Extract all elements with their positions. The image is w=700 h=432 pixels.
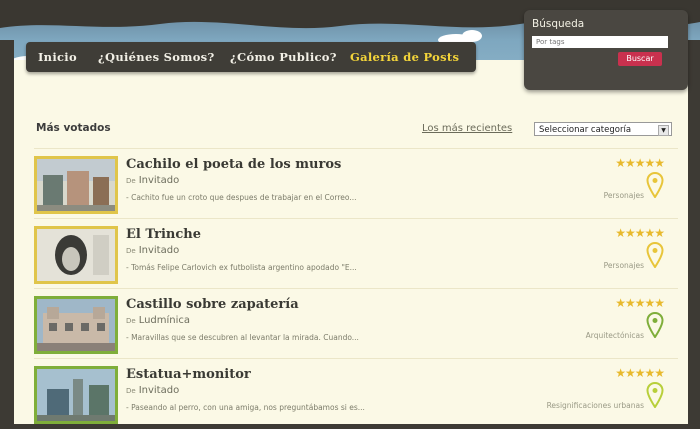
search-input[interactable] bbox=[532, 36, 668, 48]
nav-item-galeria-posts[interactable]: Galería de Posts bbox=[350, 50, 459, 64]
chevron-down-icon[interactable]: ▼ bbox=[658, 125, 669, 136]
by-label: De bbox=[126, 247, 136, 255]
post-excerpt: - Maravillas que se descubren al levanta… bbox=[126, 333, 359, 342]
star-rating: ★★★★★ bbox=[615, 296, 665, 310]
page-frame: Inicio ¿Quiénes Somos? ¿Cómo Publico? Ga… bbox=[0, 0, 700, 429]
post-excerpt: - Tomás Felipe Carlovich ex futbolista a… bbox=[126, 263, 357, 272]
author-name[interactable]: Invitado bbox=[139, 175, 180, 186]
divider bbox=[34, 218, 678, 219]
divider bbox=[34, 288, 678, 289]
post-category[interactable]: Resignificaciones urbanas bbox=[547, 401, 644, 410]
search-button[interactable]: Buscar bbox=[618, 52, 662, 66]
post-author: De Invitado bbox=[126, 245, 179, 256]
post-title[interactable]: Estatua+monitor bbox=[126, 367, 251, 382]
section-title: Más votados bbox=[36, 122, 111, 134]
post-item[interactable]: Cachilo el poeta de los muros De Invitado… bbox=[34, 156, 678, 222]
map-pin-icon[interactable] bbox=[646, 312, 664, 338]
post-thumbnail[interactable] bbox=[34, 156, 118, 214]
post-category[interactable]: Arquitectónicas bbox=[586, 331, 644, 340]
divider bbox=[34, 358, 678, 359]
category-select[interactable]: Seleccionar categoría ▼ bbox=[534, 122, 672, 136]
post-category[interactable]: Personajes bbox=[604, 261, 644, 270]
divider bbox=[34, 148, 678, 149]
nav-item-quienes-somos[interactable]: ¿Quiénes Somos? bbox=[98, 50, 215, 64]
post-thumbnail[interactable] bbox=[34, 296, 118, 354]
left-border bbox=[0, 40, 14, 429]
post-excerpt: - Paseando al perro, con una amiga, nos … bbox=[126, 403, 365, 412]
category-select-value: Seleccionar categoría bbox=[539, 125, 632, 135]
by-label: De bbox=[126, 387, 136, 395]
recent-link[interactable]: Los más recientes bbox=[422, 123, 512, 134]
main-nav: Inicio ¿Quiénes Somos? ¿Cómo Publico? Ga… bbox=[26, 42, 476, 72]
author-name[interactable]: Invitado bbox=[139, 245, 180, 256]
right-border bbox=[688, 40, 700, 429]
post-author: De Ludmínica bbox=[126, 315, 190, 326]
post-title[interactable]: Castillo sobre zapatería bbox=[126, 297, 299, 312]
search-panel: Búsqueda Buscar bbox=[524, 10, 688, 90]
author-name[interactable]: Ludmínica bbox=[139, 315, 190, 326]
post-author: De Invitado bbox=[126, 385, 179, 396]
author-name[interactable]: Invitado bbox=[139, 385, 180, 396]
post-category[interactable]: Personajes bbox=[604, 191, 644, 200]
bottom-border bbox=[0, 424, 700, 429]
map-pin-icon[interactable] bbox=[646, 242, 664, 268]
map-pin-icon[interactable] bbox=[646, 172, 664, 198]
star-rating: ★★★★★ bbox=[615, 156, 665, 170]
post-title[interactable]: Cachilo el poeta de los muros bbox=[126, 157, 341, 172]
by-label: De bbox=[126, 317, 136, 325]
post-item[interactable]: Castillo sobre zapatería De Ludmínica - M… bbox=[34, 296, 678, 362]
post-excerpt: - Cachito fue un croto que despues de tr… bbox=[126, 193, 357, 202]
post-item[interactable]: Estatua+monitor De Invitado - Paseando al… bbox=[34, 366, 678, 432]
post-author: De Invitado bbox=[126, 175, 179, 186]
map-pin-icon[interactable] bbox=[646, 382, 664, 408]
by-label: De bbox=[126, 177, 136, 185]
post-thumbnail[interactable] bbox=[34, 366, 118, 424]
cloud-decoration bbox=[462, 30, 482, 42]
star-rating: ★★★★★ bbox=[615, 366, 665, 380]
post-thumbnail[interactable] bbox=[34, 226, 118, 284]
post-title[interactable]: El Trinche bbox=[126, 227, 201, 242]
star-rating: ★★★★★ bbox=[615, 226, 665, 240]
search-title: Búsqueda bbox=[532, 18, 585, 30]
nav-item-inicio[interactable]: Inicio bbox=[38, 50, 77, 64]
post-item[interactable]: El Trinche De Invitado - Tomás Felipe Car… bbox=[34, 226, 678, 292]
nav-item-como-publico[interactable]: ¿Cómo Publico? bbox=[230, 50, 337, 64]
